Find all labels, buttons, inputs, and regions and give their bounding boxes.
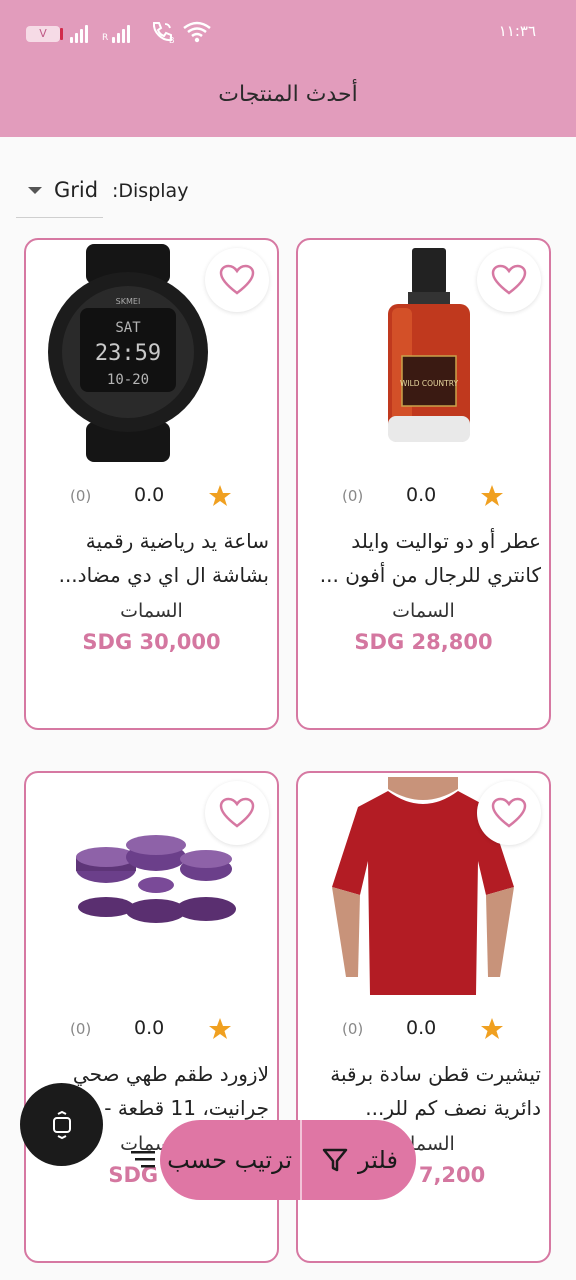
product-name[interactable]: ساعة يد رياضية رقمية بشاشة ال اي دي مضاد… — [38, 524, 269, 592]
floating-action-button[interactable] — [20, 1083, 103, 1166]
sort-icon — [131, 1151, 156, 1168]
favorite-button[interactable] — [477, 248, 541, 312]
rating-value: 0.0 — [134, 484, 165, 506]
rating-value: 0.0 — [406, 1017, 437, 1039]
svg-text:SAT: SAT — [115, 320, 141, 336]
sort-filter-divider — [300, 1120, 302, 1200]
battery-icon: V — [26, 26, 63, 42]
heart-icon — [219, 264, 255, 295]
rating-row: 0.0 (0) — [298, 1015, 549, 1045]
svg-text:23:59: 23:59 — [95, 341, 161, 366]
heart-icon — [491, 264, 527, 295]
chevron-down-icon[interactable] — [28, 187, 42, 194]
review-count: (0) — [70, 487, 92, 505]
status-time: ١١:٣٦ — [498, 22, 536, 40]
sort-label: ترتيب حسب — [167, 1146, 292, 1174]
wifi-calling-icon: B — [152, 22, 175, 44]
product-price: SDG 30,000 — [82, 630, 221, 654]
rating-value: 0.0 — [406, 484, 437, 506]
filter-icon — [322, 1148, 348, 1172]
app-bar: V R B ١١:٣٦ أحدث المنتجات — [0, 0, 576, 137]
product-name[interactable]: تيشيرت قطن سادة برقبة دائرية نصف كم للر.… — [310, 1057, 541, 1125]
star-icon — [481, 485, 503, 506]
heart-icon — [219, 797, 255, 828]
display-label: :Display — [112, 180, 189, 202]
product-card[interactable]: WILD COUNTRY 0.0 (0) عطر أو دو تواليت وا… — [296, 238, 551, 730]
product-price: SDG 28,800 — [354, 630, 493, 654]
svg-text:WILD COUNTRY: WILD COUNTRY — [400, 379, 459, 388]
review-count: (0) — [342, 1020, 364, 1038]
product-name[interactable]: عطر أو دو تواليت وايلد كانتري للرجال من … — [310, 524, 541, 592]
signal-icon — [70, 25, 88, 43]
favorite-button[interactable] — [205, 248, 269, 312]
page-title: أحدث المنتجات — [218, 82, 358, 107]
status-bar: V R B ١١:٣٦ — [0, 0, 576, 64]
filter-button[interactable]: فلتر — [305, 1130, 415, 1190]
favorite-button[interactable] — [477, 781, 541, 845]
svg-text:10-20: 10-20 — [107, 372, 149, 388]
product-brand: السمات — [392, 600, 455, 622]
switch-layout-icon — [52, 1110, 71, 1139]
star-icon — [481, 1018, 503, 1039]
svg-text:SKMEI: SKMEI — [116, 297, 141, 306]
product-card[interactable]: SKMEI SAT 23:59 10-20 0.0 (0) ساعة يد ري… — [24, 238, 279, 730]
sort-button[interactable]: ترتيب حسب — [100, 1130, 300, 1190]
filter-label: فلتر — [358, 1146, 398, 1174]
rating-row: 0.0 (0) — [26, 1015, 277, 1045]
review-count: (0) — [342, 487, 364, 505]
star-icon — [209, 485, 231, 506]
display-value[interactable]: Grid — [54, 178, 98, 202]
favorite-button[interactable] — [205, 781, 269, 845]
wifi-icon — [183, 21, 211, 43]
svg-text:B: B — [169, 36, 175, 44]
star-icon — [209, 1018, 231, 1039]
rating-row: 0.0 (0) — [26, 482, 277, 512]
rating-value: 0.0 — [134, 1017, 165, 1039]
signal-roaming-icon: R — [102, 25, 131, 43]
rating-row: 0.0 (0) — [298, 482, 549, 512]
heart-icon — [491, 797, 527, 828]
review-count: (0) — [70, 1020, 92, 1038]
product-brand: السمات — [120, 600, 183, 622]
